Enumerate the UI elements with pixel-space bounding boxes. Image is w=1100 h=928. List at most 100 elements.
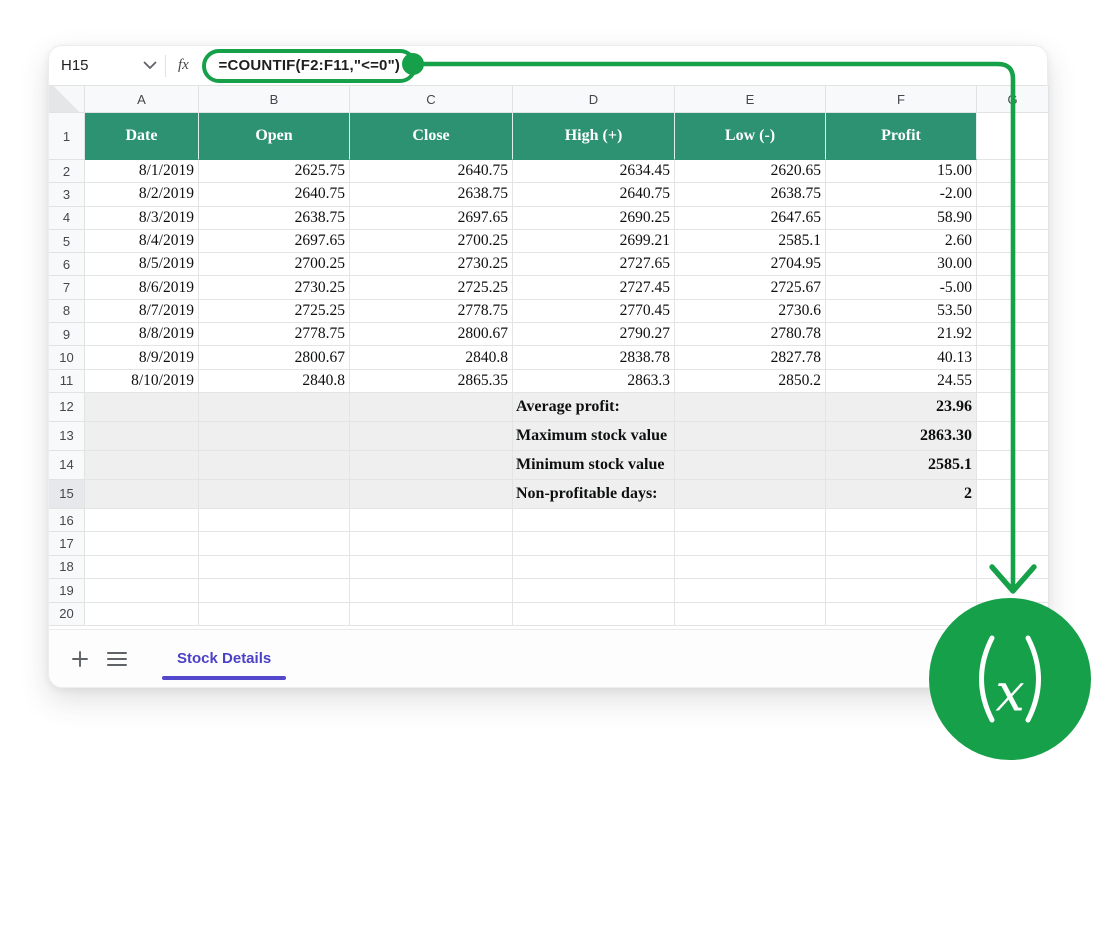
cell[interactable]: 2638.75 xyxy=(199,207,350,230)
cell[interactable] xyxy=(350,532,513,555)
chevron-down-icon[interactable] xyxy=(143,61,157,70)
cell[interactable] xyxy=(977,556,1049,579)
cell[interactable]: 2725.25 xyxy=(199,300,350,323)
cell[interactable] xyxy=(675,451,826,480)
cell[interactable]: 2778.75 xyxy=(199,323,350,346)
summary-label[interactable]: Average profit: xyxy=(513,393,675,422)
summary-label[interactable]: Non-profitable days: xyxy=(513,480,675,509)
summary-value[interactable]: 23.96 xyxy=(826,393,977,422)
cell[interactable] xyxy=(199,532,350,555)
cell[interactable] xyxy=(199,422,350,451)
table-header-high[interactable]: High (+) xyxy=(513,113,675,160)
cell[interactable]: 8/4/2019 xyxy=(85,230,199,253)
cell[interactable]: 2770.45 xyxy=(513,300,675,323)
cell[interactable] xyxy=(85,603,199,626)
cell[interactable]: -5.00 xyxy=(826,276,977,299)
column-header-G[interactable]: G xyxy=(977,86,1049,113)
table-header-profit[interactable]: Profit xyxy=(826,113,977,160)
cell[interactable] xyxy=(85,393,199,422)
row-header-19[interactable]: 19 xyxy=(49,579,85,602)
cell[interactable]: 2640.75 xyxy=(513,183,675,206)
cell[interactable] xyxy=(350,480,513,509)
cell[interactable]: 2700.25 xyxy=(199,253,350,276)
cell[interactable]: 8/8/2019 xyxy=(85,323,199,346)
cell[interactable] xyxy=(350,393,513,422)
row-header-12[interactable]: 12 xyxy=(49,393,85,422)
cell[interactable]: 2840.8 xyxy=(199,370,350,393)
row-header-3[interactable]: 3 xyxy=(49,183,85,206)
table-header-low[interactable]: Low (-) xyxy=(675,113,826,160)
cell[interactable] xyxy=(977,207,1049,230)
row-header-8[interactable]: 8 xyxy=(49,300,85,323)
cell[interactable]: 2727.65 xyxy=(513,253,675,276)
row-header-2[interactable]: 2 xyxy=(49,160,85,183)
cell[interactable]: 2640.75 xyxy=(199,183,350,206)
row-header-13[interactable]: 13 xyxy=(49,422,85,451)
row-header-6[interactable]: 6 xyxy=(49,253,85,276)
cell[interactable]: 2625.75 xyxy=(199,160,350,183)
row-header-5[interactable]: 5 xyxy=(49,230,85,253)
cell[interactable] xyxy=(977,160,1049,183)
cell[interactable] xyxy=(675,556,826,579)
cell[interactable]: 2840.8 xyxy=(350,346,513,369)
cell[interactable]: 2638.75 xyxy=(675,183,826,206)
cell[interactable] xyxy=(513,603,675,626)
cell[interactable]: 8/6/2019 xyxy=(85,276,199,299)
cell[interactable]: 2697.65 xyxy=(199,230,350,253)
cell[interactable] xyxy=(513,509,675,532)
cell[interactable] xyxy=(977,393,1049,422)
add-sheet-button[interactable] xyxy=(67,646,93,672)
row-header-14[interactable]: 14 xyxy=(49,451,85,480)
cell[interactable] xyxy=(350,579,513,602)
summary-value[interactable]: 2863.30 xyxy=(826,422,977,451)
cell[interactable]: 2730.25 xyxy=(199,276,350,299)
cell[interactable] xyxy=(977,532,1049,555)
cell[interactable]: 2640.75 xyxy=(350,160,513,183)
row-header-18[interactable]: 18 xyxy=(49,556,85,579)
cell[interactable]: 2647.65 xyxy=(675,207,826,230)
cell[interactable]: 2690.25 xyxy=(513,207,675,230)
cell[interactable]: 15.00 xyxy=(826,160,977,183)
all-sheets-menu-button[interactable] xyxy=(104,646,130,672)
cell[interactable]: 2.60 xyxy=(826,230,977,253)
cell[interactable] xyxy=(675,422,826,451)
cell[interactable] xyxy=(675,579,826,602)
sheet-tab-stock-details[interactable]: Stock Details xyxy=(163,630,285,687)
cell[interactable] xyxy=(350,451,513,480)
cell[interactable]: 2620.65 xyxy=(675,160,826,183)
cell[interactable] xyxy=(977,346,1049,369)
cell[interactable]: 8/3/2019 xyxy=(85,207,199,230)
cell[interactable]: 2727.45 xyxy=(513,276,675,299)
row-header-16[interactable]: 16 xyxy=(49,509,85,532)
row-header-11[interactable]: 11 xyxy=(49,370,85,393)
cell[interactable]: 21.92 xyxy=(826,323,977,346)
cell[interactable] xyxy=(85,532,199,555)
cell[interactable] xyxy=(199,509,350,532)
cell[interactable] xyxy=(675,509,826,532)
cell[interactable]: 2638.75 xyxy=(350,183,513,206)
name-box[interactable]: H15 xyxy=(61,52,157,80)
cell[interactable] xyxy=(977,370,1049,393)
cell[interactable]: 2838.78 xyxy=(513,346,675,369)
cell[interactable]: 8/2/2019 xyxy=(85,183,199,206)
summary-value[interactable]: 2585.1 xyxy=(826,451,977,480)
table-header-open[interactable]: Open xyxy=(199,113,350,160)
row-header-1[interactable]: 1 xyxy=(49,113,85,160)
cell[interactable]: 2850.2 xyxy=(675,370,826,393)
cell[interactable] xyxy=(350,603,513,626)
column-header-C[interactable]: C xyxy=(350,86,513,113)
cell[interactable]: 8/7/2019 xyxy=(85,300,199,323)
cell[interactable] xyxy=(350,509,513,532)
cell[interactable] xyxy=(977,113,1049,160)
cell[interactable]: 2725.67 xyxy=(675,276,826,299)
row-header-4[interactable]: 4 xyxy=(49,207,85,230)
cell[interactable]: 24.55 xyxy=(826,370,977,393)
cell[interactable]: 2730.25 xyxy=(350,253,513,276)
cell[interactable] xyxy=(675,393,826,422)
cell[interactable] xyxy=(977,451,1049,480)
summary-label[interactable]: Maximum stock value xyxy=(513,422,675,451)
cell[interactable] xyxy=(350,556,513,579)
cell[interactable] xyxy=(85,509,199,532)
formula-bar-input[interactable]: =COUNTIF(F2:F11,"<=0") xyxy=(219,57,401,74)
cell[interactable]: 8/5/2019 xyxy=(85,253,199,276)
